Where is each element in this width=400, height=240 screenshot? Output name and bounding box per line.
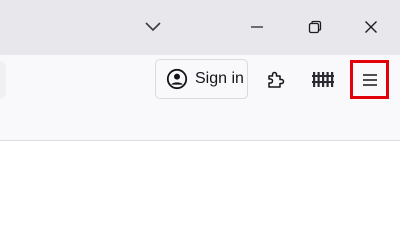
puzzle-icon xyxy=(268,71,285,88)
fence-icon xyxy=(312,72,334,87)
sign-in-label: Sign in xyxy=(195,70,244,87)
title-bar xyxy=(0,0,400,55)
restore-button[interactable] xyxy=(296,8,334,46)
minimize-button[interactable] xyxy=(238,8,276,46)
toolbar-area xyxy=(0,104,400,140)
list-all-tabs-button[interactable] xyxy=(134,8,172,46)
fence-extension-button[interactable] xyxy=(305,61,341,97)
minimize-icon xyxy=(251,26,263,28)
hamburger-menu-icon xyxy=(362,73,377,86)
restore-icon xyxy=(308,20,322,34)
account-icon xyxy=(166,68,188,90)
page-content xyxy=(0,141,400,240)
chevron-down-icon xyxy=(145,22,161,32)
extensions-button[interactable] xyxy=(258,61,294,97)
open-application-menu-button[interactable] xyxy=(350,60,389,99)
nav-toolbar: Sign in xyxy=(0,55,400,104)
close-icon xyxy=(365,21,377,33)
sign-in-button[interactable]: Sign in xyxy=(155,59,248,99)
url-bar-edge[interactable] xyxy=(0,61,6,99)
close-button[interactable] xyxy=(352,8,390,46)
